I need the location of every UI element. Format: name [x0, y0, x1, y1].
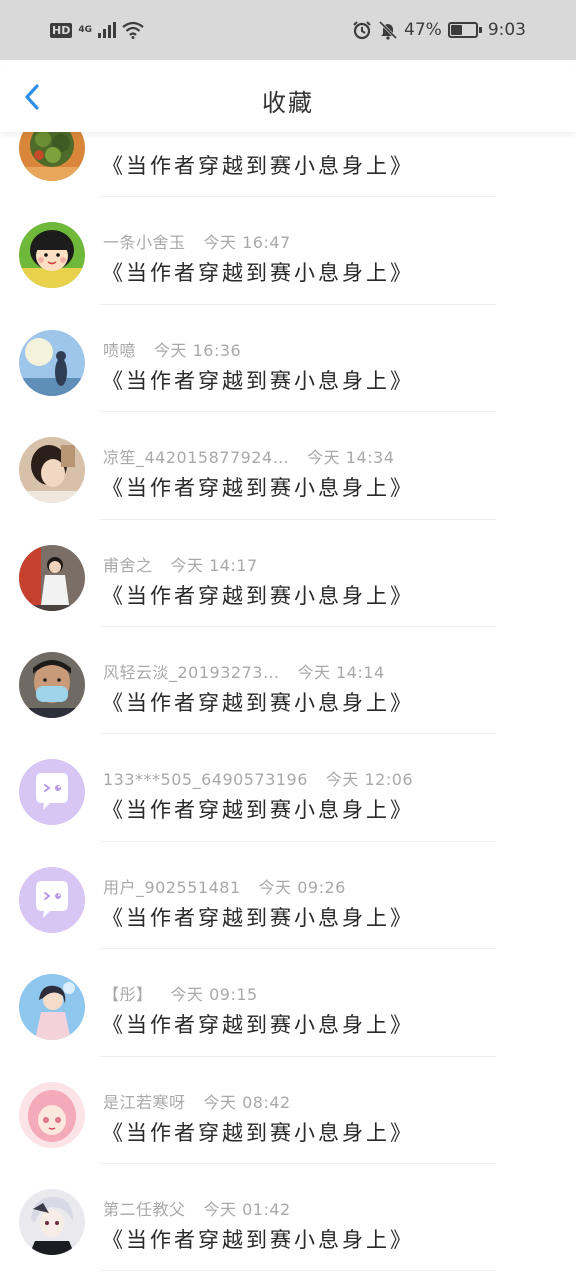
header-bar: 收藏 [0, 60, 576, 132]
list-item[interactable]: 风轻云淡_20193273… 今天 14:14 《当作者穿越到赛小息身上》 [0, 627, 576, 735]
book-title[interactable]: 《当作者穿越到赛小息身上》 [102, 150, 414, 180]
timestamp: 今天 14:14 [297, 662, 385, 682]
favorites-list[interactable]: 《当作者穿越到赛小息身上》 一条小舍玉 今天 16:47 《当作者穿越到赛小息身上》啧… [0, 90, 576, 1280]
username: 133***505_6490573196 [103, 770, 308, 790]
timestamp: 今天 16:47 [203, 233, 291, 253]
wifi-icon [122, 21, 144, 39]
list-item[interactable]: 一条小舍玉 今天 16:47 《当作者穿越到赛小息身上》 [0, 197, 576, 305]
item-meta: 凉笙_442015877924… 今天 14:34 [103, 444, 394, 468]
username: 第二任教父 [103, 1199, 186, 1219]
hd-icon: HD [50, 22, 73, 38]
book-title[interactable]: 《当作者穿越到赛小息身上》 [102, 365, 414, 395]
page-title: 收藏 [262, 89, 314, 117]
list-item[interactable]: 133***505_6490573196 今天 12:06 《当作者穿越到赛小息身上… [0, 734, 576, 842]
username: 用户_902551481 [103, 877, 241, 897]
avatar[interactable] [19, 1188, 85, 1255]
battery-icon [447, 22, 482, 38]
list-item[interactable]: 啧噫 今天 16:36 《当作者穿越到赛小息身上》 [0, 305, 576, 413]
avatar[interactable] [19, 974, 85, 1041]
book-title[interactable]: 《当作者穿越到赛小息身上》 [102, 1009, 414, 1039]
status-bar: HD 4G 47% 9:03 [0, 0, 576, 60]
item-meta: 133***505_6490573196 今天 12:06 [103, 766, 413, 790]
username: 一条小舍玉 [103, 233, 186, 253]
avatar[interactable] [19, 759, 85, 826]
timestamp: 今天 01:42 [203, 1199, 291, 1219]
divider [100, 1270, 496, 1272]
status-left: HD 4G [50, 21, 144, 39]
status-right: 47% 9:03 [352, 20, 526, 40]
timestamp: 今天 16:36 [154, 340, 242, 360]
avatar[interactable] [19, 866, 85, 933]
book-title[interactable]: 《当作者穿越到赛小息身上》 [102, 1117, 414, 1147]
list-item[interactable]: 凉笙_442015877924… 今天 14:34 《当作者穿越到赛小息身上》 [0, 412, 576, 520]
item-meta: 【彤】 今天 09:15 [103, 981, 258, 1005]
book-title[interactable]: 《当作者穿越到赛小息身上》 [102, 687, 414, 717]
book-title[interactable]: 《当作者穿越到赛小息身上》 [102, 257, 414, 287]
book-title[interactable]: 《当作者穿越到赛小息身上》 [102, 1224, 414, 1254]
username: 甫舍之 [103, 555, 153, 575]
timestamp: 今天 09:26 [258, 877, 346, 897]
item-meta: 用户_902551481 今天 09:26 [103, 874, 346, 898]
timestamp: 今天 09:15 [170, 985, 258, 1005]
avatar[interactable] [19, 222, 85, 289]
list-item[interactable]: 第二任教父 今天 01:42 《当作者穿越到赛小息身上》 [0, 1164, 576, 1272]
network-type: 4G [78, 24, 92, 35]
signal-icon [98, 22, 116, 38]
avatar[interactable] [19, 544, 85, 611]
item-meta: 啧噫 今天 16:36 [103, 337, 241, 361]
username: 【彤】 [103, 985, 153, 1005]
item-meta: 是江若寒呀 今天 08:42 [103, 1089, 291, 1113]
username: 风轻云淡_20193273… [103, 662, 280, 682]
username: 是江若寒呀 [103, 1092, 186, 1112]
book-title[interactable]: 《当作者穿越到赛小息身上》 [102, 580, 414, 610]
list-item[interactable]: 是江若寒呀 今天 08:42 《当作者穿越到赛小息身上》 [0, 1057, 576, 1164]
list-item[interactable]: 甫舍之 今天 14:17 《当作者穿越到赛小息身上》 [0, 520, 576, 627]
username: 凉笙_442015877924… [103, 448, 290, 468]
item-meta: 一条小舍玉 今天 16:47 [103, 229, 291, 253]
item-meta: 风轻云淡_20193273… 今天 14:14 [103, 659, 385, 683]
timestamp: 今天 08:42 [203, 1092, 291, 1112]
avatar[interactable] [19, 651, 85, 718]
timestamp: 今天 14:34 [307, 448, 395, 468]
book-title[interactable]: 《当作者穿越到赛小息身上》 [102, 472, 414, 502]
avatar[interactable] [19, 437, 85, 504]
username: 啧噫 [103, 340, 137, 360]
mute-icon [378, 20, 398, 40]
timestamp: 今天 14:17 [170, 555, 258, 575]
item-meta: 甫舍之 今天 14:17 [103, 552, 258, 576]
list-item[interactable]: 用户_902551481 今天 09:26 《当作者穿越到赛小息身上》 [0, 842, 576, 950]
book-title[interactable]: 《当作者穿越到赛小息身上》 [102, 794, 414, 824]
item-meta: 第二任教父 今天 01:42 [103, 1196, 291, 1220]
avatar[interactable] [19, 329, 85, 396]
battery-percent: 47% [404, 20, 442, 40]
book-title[interactable]: 《当作者穿越到赛小息身上》 [102, 902, 414, 932]
list-item[interactable]: 【彤】 今天 09:15 《当作者穿越到赛小息身上》 [0, 949, 576, 1057]
alarm-icon [352, 20, 372, 40]
clock-time: 9:03 [487, 20, 526, 40]
timestamp: 今天 12:06 [325, 770, 414, 790]
avatar[interactable] [19, 1081, 85, 1148]
